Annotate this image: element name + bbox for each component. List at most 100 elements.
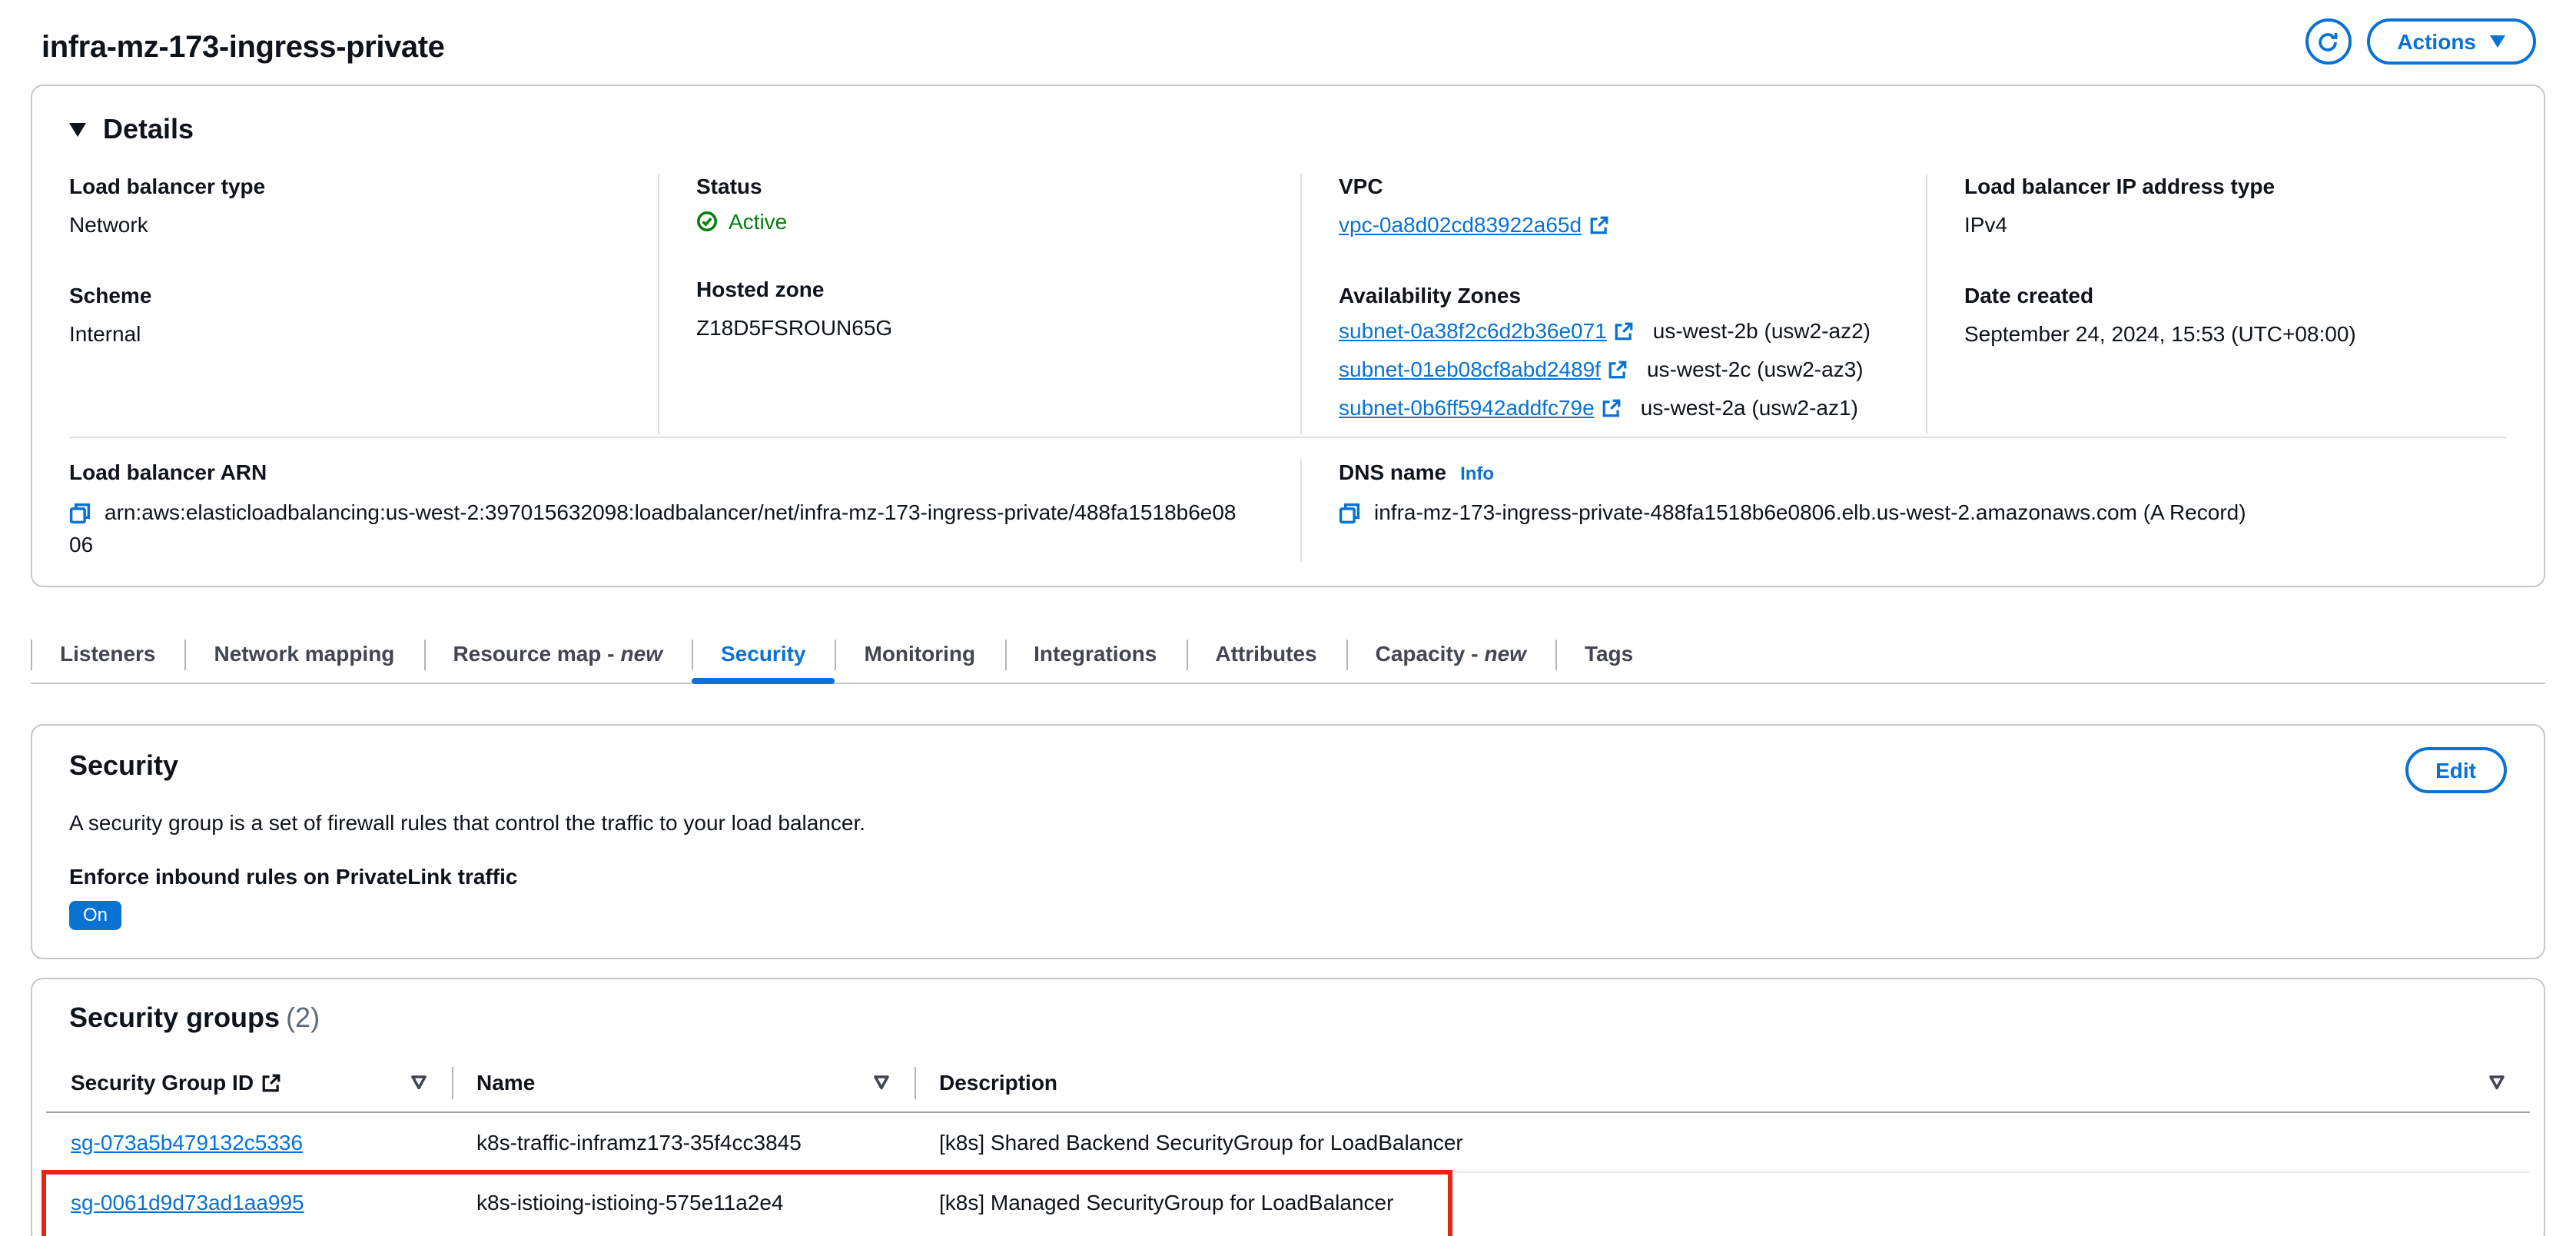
details-section-toggle[interactable]: Details [69,114,2507,146]
sort-icon[interactable] [2488,1075,2505,1090]
availability-zones-list: subnet-0a38f2c6d2b36e071 us-west-2b (usw… [1339,318,1926,420]
page-header: infra-mz-173-ingress-private Actions [0,0,2576,85]
dns-label: DNS name Info [1339,460,2507,484]
zone-name: us-west-2b (usw2-az2) [1652,318,1871,343]
tab-label: Resource map - [453,641,615,666]
table-body: sg-073a5b479132c5336 k8s-traffic-inframz… [41,1113,2530,1236]
zone-name: us-west-2a (usw2-az1) [1640,395,1858,420]
dns-value: infra-mz-173-ingress-private-488fa1518b6… [1374,500,2246,524]
scheme-value: Internal [69,321,141,346]
table-row: sg-0061d9d73ad1aa995 k8s-istioing-istioi… [41,1170,2530,1236]
copy-icon[interactable] [1339,503,1360,524]
tab-label: Integrations [1034,641,1157,666]
load-balancer-detail-page: infra-mz-173-ingress-private Actions Det… [0,0,2576,1236]
cell-security-group-id: sg-073a5b479132c5336 [46,1113,452,1171]
dns-column: DNS name Info infra-mz-173-ingress-privat… [1300,460,2507,561]
tab-label: Tags [1584,641,1634,666]
header-actions: Actions [2305,18,2536,65]
actions-button[interactable]: Actions [2366,18,2536,65]
tab-strip: Listeners Network mapping Resource map -… [31,627,2545,684]
tab-label: Monitoring [864,641,976,666]
column-header-security-group-id[interactable]: Security Group ID [46,1058,452,1111]
availability-zones-label: Availability Zones [1339,283,1522,307]
security-group-link[interactable]: sg-073a5b479132c5336 [71,1130,303,1155]
external-link-icon[interactable] [1615,321,1635,341]
tab[interactable]: Attributes [1186,627,1346,683]
arn-column: Load balancer ARN arn:aws:elasticloadbal… [69,460,1300,561]
date-created-label: Date created [1964,283,2094,307]
subnet-link[interactable]: subnet-01eb08cf8abd2489f [1339,357,1601,381]
collapse-triangle-icon [69,123,86,137]
hosted-zone-value: Z18D5FSROUN65G [696,315,893,340]
ip-type-value: IPv4 [1964,212,2008,237]
security-panel: Security Edit A security group is a set … [31,724,2545,959]
dns-value-line: infra-mz-173-ingress-private-488fa1518b6… [1339,497,2507,529]
external-link-icon[interactable] [1602,397,1622,417]
lb-type-label: Load balancer type [69,174,266,198]
cell-description: [k8s] Shared Backend SecurityGroup for L… [939,1130,1463,1155]
status-active-icon [697,211,717,231]
security-panel-title: Security [69,750,179,781]
security-groups-title: Security groups (2) [32,1002,2544,1035]
page-title: infra-mz-173-ingress-private [41,31,445,65]
tab[interactable]: Security [692,627,836,684]
tab-label: Security [721,641,806,666]
refresh-button[interactable] [2305,18,2352,65]
details-panel: Details Load balancer type Network Schem… [31,85,2545,587]
column-header-name[interactable]: Name [452,1058,915,1111]
details-column-1: Load balancer type Network Scheme Intern… [69,174,658,434]
arn-value: arn:aws:elasticloadbalancing:us-west-2:3… [69,500,1237,557]
tab[interactable]: Capacity - new [1346,627,1555,683]
vpc-label: VPC [1339,174,1383,198]
caret-down-icon [2490,35,2505,48]
cell-name: k8s-istioing-istioing-575e11a2e4 [476,1190,784,1214]
zone-name: us-west-2c (usw2-az3) [1646,357,1864,381]
external-link-icon [262,1073,281,1091]
availability-zone-item: subnet-0a38f2c6d2b36e071 us-west-2b (usw… [1339,318,1926,343]
arn-value-line: arn:aws:elasticloadbalancing:us-west-2:3… [69,497,1237,561]
sort-icon[interactable] [873,1075,890,1090]
privatelink-status-badge: On [69,901,122,930]
tab[interactable]: Listeners [31,627,185,683]
vpc-value: vpc-0a8d02cd83922a65d [1339,209,1926,240]
subnet-link[interactable]: subnet-0a38f2c6d2b36e071 [1339,318,1607,343]
tab[interactable]: Integrations [1004,627,1186,683]
details-grid: Load balancer type Network Scheme Intern… [69,174,2507,434]
table-header-row: Security Group ID Name Description [46,1058,2530,1113]
date-created-value: September 24, 2024, 15:53 (UTC+08:00) [1964,321,2356,346]
tab[interactable]: Network mapping [184,627,424,683]
external-link-icon[interactable] [1608,359,1628,379]
refresh-icon [2319,32,2338,51]
subnet-link[interactable]: subnet-0b6ff5942addfc79e [1339,395,1595,420]
column-label: Security Group ID [71,1070,254,1095]
dns-info-link[interactable]: Info [1460,463,1494,484]
status-value: Active [696,209,1300,234]
security-groups-table: Security Group ID Name Description sg-07… [41,1058,2530,1236]
privatelink-label: Enforce inbound rules on PrivateLink tra… [69,864,518,889]
copy-icon[interactable] [69,503,91,524]
column-header-description[interactable]: Description [915,1058,2530,1111]
details-column-4: Load balancer IP address type IPv4 Date … [1926,174,2507,434]
actions-button-label: Actions [2397,29,2476,54]
details-section-title: Details [103,114,194,145]
cell-name: k8s-traffic-inframz173-35f4cc3845 [476,1130,802,1155]
details-column-2: Status Active Hosted zone Z18D5FSROUN65G [658,174,1300,434]
tab-label: Capacity - [1375,641,1479,666]
tab-label: Attributes [1215,641,1317,666]
external-link-icon[interactable] [1589,215,1609,235]
cell-security-group-id: sg-0061d9d73ad1aa995 [46,1173,452,1231]
details-divider [69,437,2507,438]
tab[interactable]: Resource map - new [423,627,692,683]
dns-label-text: DNS name [1339,460,1447,484]
viewport: infra-mz-173-ingress-private Actions Det… [0,0,2576,1236]
column-label: Name [476,1070,536,1095]
edit-button[interactable]: Edit [2405,747,2507,793]
tab[interactable]: Tags [1555,627,1662,683]
sort-icon[interactable] [410,1075,427,1090]
availability-zone-item: subnet-01eb08cf8abd2489f us-west-2c (usw… [1339,357,1926,381]
tab-new-flag: new [620,641,662,666]
cell-description: [k8s] Managed SecurityGroup for LoadBala… [939,1190,1394,1214]
security-group-link[interactable]: sg-0061d9d73ad1aa995 [71,1190,304,1214]
tab[interactable]: Monitoring [835,627,1005,683]
vpc-link[interactable]: vpc-0a8d02cd83922a65d [1339,212,1582,237]
